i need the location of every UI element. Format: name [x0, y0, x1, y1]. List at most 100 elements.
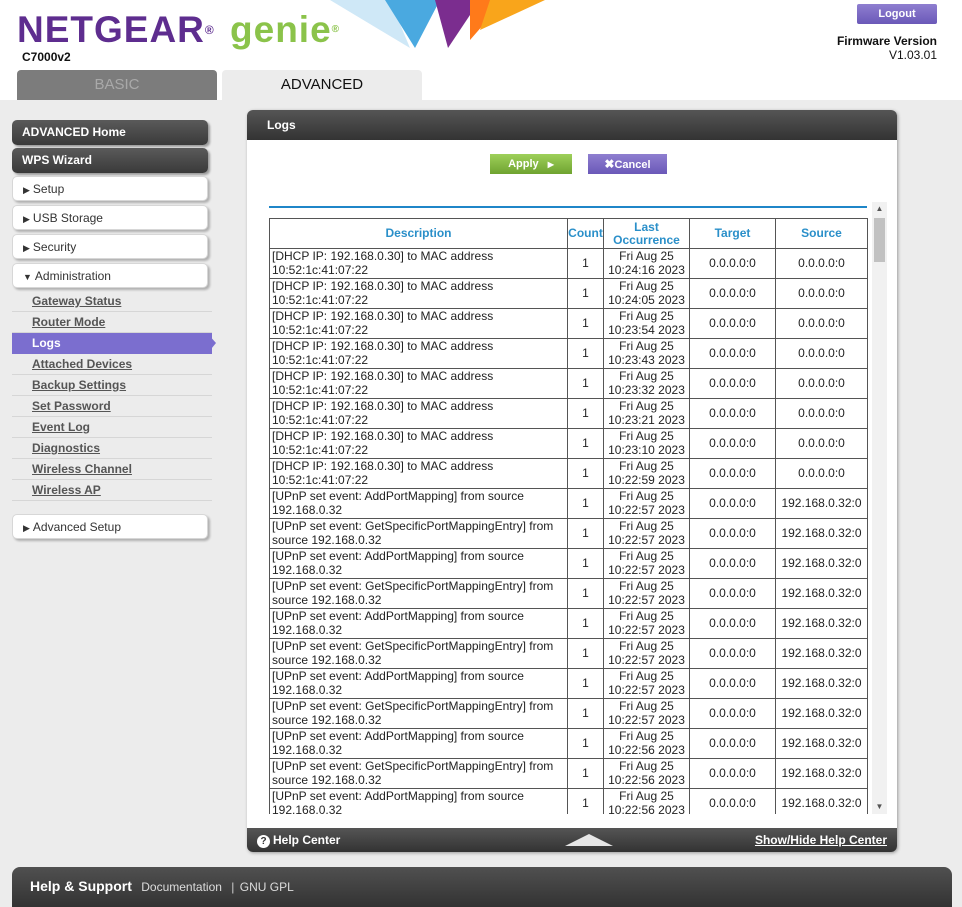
cell-count: 1 — [567, 788, 604, 814]
table-header-row: Description Count Last Occurrence Target… — [269, 218, 868, 249]
cell-description: [UPnP set event: GetSpecificPortMappingE… — [269, 578, 568, 609]
submenu-link[interactable]: Logs — [32, 336, 61, 350]
occurrence-time: 10:22:57 2023 — [608, 562, 685, 577]
cell-description: [UPnP set event: GetSpecificPortMappingE… — [269, 698, 568, 729]
sidebar-item-usb-storage[interactable]: ▶ USB Storage — [12, 205, 208, 230]
cell-last-occurrence: Fri Aug 25 10:22:56 2023 — [603, 728, 690, 759]
submenu-link[interactable]: Set Password — [32, 399, 111, 413]
occurrence-time: 10:23:54 2023 — [608, 322, 685, 337]
log-table: Description Count Last Occurrence Target… — [269, 218, 868, 814]
cell-count: 1 — [567, 668, 604, 699]
documentation-link[interactable]: Documentation — [141, 880, 222, 894]
cell-description: [UPnP set event: AddPortMapping] from so… — [269, 668, 568, 699]
expand-triangle-icon[interactable] — [565, 834, 613, 846]
cell-source: 0.0.0.0:0 — [775, 398, 868, 429]
table-row: [DHCP IP: 192.168.0.30] to MAC address 1… — [269, 308, 868, 339]
administration-submenu: Gateway Status Router Mode Logs Attached… — [12, 291, 216, 501]
apply-button[interactable]: Apply ▶ — [490, 154, 572, 174]
show-hide-help-center-link[interactable]: Show/Hide Help Center — [755, 828, 887, 852]
cell-description: [DHCP IP: 192.168.0.30] to MAC address 1… — [269, 368, 568, 399]
cell-count: 1 — [567, 728, 604, 759]
cell-source: 192.168.0.32:0 — [775, 638, 868, 669]
occurrence-time: 10:23:21 2023 — [608, 412, 685, 427]
caret-down-icon: ▼ — [23, 272, 32, 282]
sidebar-item-security[interactable]: ▶ Security — [12, 234, 208, 259]
scroll-down-arrow-icon[interactable]: ▼ — [872, 800, 887, 814]
occurrence-date: Fri Aug 25 — [619, 759, 674, 773]
help-bar: ? Help Center Show/Hide Help Center — [247, 828, 897, 852]
cell-count: 1 — [567, 758, 604, 789]
tab-advanced[interactable]: ADVANCED — [222, 70, 422, 100]
log-table-scroll-area[interactable]: Description Count Last Occurrence Target… — [269, 218, 868, 814]
cell-last-occurrence: Fri Aug 25 10:23:21 2023 — [603, 398, 690, 429]
submenu-link[interactable]: Diagnostics — [32, 441, 100, 455]
cell-target: 0.0.0.0:0 — [689, 338, 776, 369]
sidebar-item-advanced-setup[interactable]: ▶ Advanced Setup — [12, 514, 208, 539]
cell-source: 192.168.0.32:0 — [775, 758, 868, 789]
submenu-link[interactable]: Router Mode — [32, 315, 105, 329]
occurrence-time: 10:22:57 2023 — [608, 532, 685, 547]
cell-description: [UPnP set event: GetSpecificPortMappingE… — [269, 638, 568, 669]
cell-description: [UPnP set event: AddPortMapping] from so… — [269, 728, 568, 759]
submenu-link[interactable]: Wireless AP — [32, 483, 101, 497]
sidebar-item-administration[interactable]: ▼ Administration — [12, 263, 208, 288]
cell-last-occurrence: Fri Aug 25 10:23:43 2023 — [603, 338, 690, 369]
cell-description: [UPnP set event: GetSpecificPortMappingE… — [269, 518, 568, 549]
table-row: [DHCP IP: 192.168.0.30] to MAC address 1… — [269, 428, 868, 459]
cell-last-occurrence: Fri Aug 25 10:23:54 2023 — [603, 308, 690, 339]
brand-name: NETGEAR — [17, 9, 205, 50]
sidebar-wps-wizard-button[interactable]: WPS Wizard — [12, 148, 208, 173]
help-center-link[interactable]: ? Help Center — [257, 828, 340, 852]
cell-target: 0.0.0.0:0 — [689, 698, 776, 729]
submenu-link[interactable]: Event Log — [32, 420, 90, 434]
table-row: [DHCP IP: 192.168.0.30] to MAC address 1… — [269, 398, 868, 429]
cell-source: 192.168.0.32:0 — [775, 788, 868, 814]
occurrence-time: 10:24:16 2023 — [608, 262, 685, 277]
logout-button[interactable]: Logout — [857, 4, 937, 24]
submenu-link[interactable]: Wireless Channel — [32, 462, 132, 476]
cell-description: [UPnP set event: AddPortMapping] from so… — [269, 488, 568, 519]
submenu-link[interactable]: Backup Settings — [32, 378, 126, 392]
occurrence-date: Fri Aug 25 — [619, 789, 674, 803]
submenu-item-diagnostics: Diagnostics — [12, 438, 212, 459]
cell-target: 0.0.0.0:0 — [689, 248, 776, 279]
cell-last-occurrence: Fri Aug 25 10:22:57 2023 — [603, 698, 690, 729]
tab-basic[interactable]: BASIC — [17, 70, 217, 100]
cell-count: 1 — [567, 518, 604, 549]
cell-source: 192.168.0.32:0 — [775, 488, 868, 519]
brand-registered-mark: ® — [204, 23, 215, 37]
cell-target: 0.0.0.0:0 — [689, 278, 776, 309]
cell-count: 1 — [567, 428, 604, 459]
sidebar-advanced-home-button[interactable]: ADVANCED Home — [12, 120, 208, 145]
occurrence-time: 10:22:57 2023 — [608, 652, 685, 667]
sidebar-item-setup[interactable]: ▶ Setup — [12, 176, 208, 201]
vertical-scrollbar[interactable]: ▲ ▼ — [872, 202, 887, 814]
scrollbar-thumb[interactable] — [874, 218, 885, 262]
submenu-item-gateway-status: Gateway Status — [12, 291, 212, 312]
help-question-icon: ? — [257, 835, 270, 848]
gnu-gpl-link[interactable]: GNU GPL — [240, 880, 294, 894]
cell-last-occurrence: Fri Aug 25 10:22:57 2023 — [603, 608, 690, 639]
cell-count: 1 — [567, 398, 604, 429]
submenu-item-logs: Logs — [12, 333, 216, 354]
cell-source: 192.168.0.32:0 — [775, 728, 868, 759]
caret-right-icon: ▶ — [23, 214, 30, 224]
occurrence-time: 10:23:10 2023 — [608, 442, 685, 457]
cell-target: 0.0.0.0:0 — [689, 458, 776, 489]
table-row: [UPnP set event: AddPortMapping] from so… — [269, 668, 868, 699]
scroll-up-arrow-icon[interactable]: ▲ — [872, 202, 887, 216]
cancel-button[interactable]: ✖Cancel — [588, 154, 667, 174]
cell-description: [DHCP IP: 192.168.0.30] to MAC address 1… — [269, 398, 568, 429]
cell-target: 0.0.0.0:0 — [689, 608, 776, 639]
panel-title: Logs — [247, 110, 897, 140]
cell-count: 1 — [567, 458, 604, 489]
submenu-link[interactable]: Gateway Status — [32, 294, 121, 308]
submenu-item-wireless-ap: Wireless AP — [12, 480, 212, 501]
table-row: [DHCP IP: 192.168.0.30] to MAC address 1… — [269, 368, 868, 399]
occurrence-date: Fri Aug 25 — [619, 489, 674, 503]
cell-count: 1 — [567, 638, 604, 669]
cell-count: 1 — [567, 308, 604, 339]
submenu-link[interactable]: Attached Devices — [32, 357, 132, 371]
table-row: [UPnP set event: AddPortMapping] from so… — [269, 608, 868, 639]
column-header-description: Description — [269, 218, 568, 249]
